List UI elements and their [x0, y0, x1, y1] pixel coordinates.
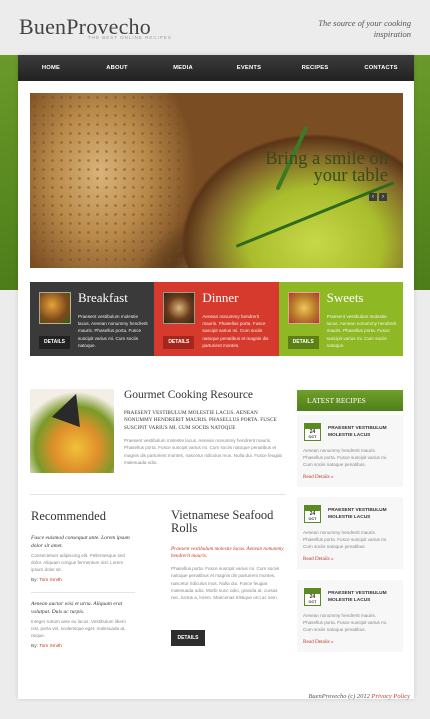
latest-recipe-text: Aenean nonummy hendrerit mauris. Phasell…	[303, 530, 388, 549]
nav-events[interactable]: EVENTS	[216, 55, 282, 81]
vietnamese-subtitle: Praesent vestibulum molestie lacus. Aene…	[171, 546, 284, 559]
dinner-thumbnail[interactable]	[163, 292, 196, 324]
logo-subtitle: THE BEST ONLINE RECIPES	[88, 35, 172, 40]
recommended-item-heading[interactable]: Fusce euismod consequat ante. Lorem ipsu…	[31, 535, 135, 550]
copyright: BuenProvecho (c) 2012	[308, 693, 370, 700]
latest-recipe-text: Aenean nonummy hendrerit mauris. Phasell…	[303, 448, 388, 467]
recommended-item-heading[interactable]: Aenean auctor wisi et urna. Aliquam erat…	[31, 601, 135, 616]
read-details-link[interactable]: Read Details »	[303, 556, 397, 562]
nav-recipes[interactable]: RECIPES	[282, 55, 348, 81]
category-boxes: Breakfast Praesent vestibulum molestie l…	[30, 282, 403, 356]
latest-recipes-heading: LATEST RECIPES	[297, 390, 403, 411]
byline-label: By:	[31, 644, 38, 649]
sweets-details-button[interactable]: DETAILS	[287, 336, 319, 349]
gourmet-text: Praesent vestibulum molestie lacus. Aene…	[124, 438, 282, 465]
latest-recipe-card: 24 OCT PRAESENT VESTIBULUM MOLESTIE LACU…	[297, 415, 403, 487]
item-divider	[31, 592, 135, 593]
box-title: Sweets	[326, 290, 364, 305]
gourmet-title: Gourmet Cooking Resource	[124, 389, 254, 401]
calendar-month: OCT	[308, 517, 317, 521]
calendar-month: OCT	[308, 600, 317, 604]
calendar-month: OCT	[308, 435, 317, 439]
recommended-item: Fusce euismod consequat ante. Lorem ipsu…	[31, 535, 135, 583]
read-details-link[interactable]: Read Details »	[303, 639, 397, 645]
bread-image	[30, 93, 180, 268]
breakfast-thumbnail[interactable]	[39, 292, 71, 324]
calendar-icon: 24 OCT	[304, 588, 321, 606]
nav-media[interactable]: MEDIA	[150, 55, 216, 81]
latest-recipe-title[interactable]: PRAESENT VESTIBULUM MOLESTIE LACUS	[328, 425, 397, 447]
recommended-item-text: Integer rutrum ante eu lacus. Vestibulum…	[31, 619, 126, 638]
section-divider	[30, 494, 286, 495]
vietnamese-details-button[interactable]: DETAILS	[171, 630, 205, 646]
recommended-title: Recommended	[31, 509, 106, 523]
latest-recipe-card: 24 OCT PRAESENT VESTIBULUM MOLESTIE LACU…	[297, 580, 403, 652]
calendar-icon: 24 OCT	[304, 423, 321, 441]
box-text: Praesent vestibulum molestie lacus. Aene…	[326, 314, 397, 348]
vietnamese-text: Phasellus porta. Fusce suscipit varius m…	[171, 566, 279, 601]
latest-recipe-card: 24 OCT PRAESENT VESTIBULUM MOLESTIE LACU…	[297, 497, 403, 569]
box-text: Praesent vestibulum molestie lacus. Aene…	[78, 314, 148, 348]
privacy-policy-link[interactable]: Privacy Policy	[372, 693, 410, 700]
breakfast-details-button[interactable]: DETAILS	[39, 336, 70, 349]
latest-recipe-text: Aenean nonummy hendrerit mauris. Phasell…	[303, 613, 388, 632]
box-title: Breakfast	[78, 290, 128, 305]
hero-slider: Bring a smile on your table ‹ ›	[30, 93, 403, 268]
slide-caption: Bring a smile on your table	[265, 150, 389, 186]
chevron-left-icon[interactable]: ‹	[369, 193, 377, 201]
author-link[interactable]: Tom Smith	[39, 644, 62, 649]
byline-label: By:	[31, 578, 38, 583]
latest-recipe-title[interactable]: PRAESENT VESTIBULUM MOLESTIE LACUS	[328, 507, 397, 529]
nav-home[interactable]: HOME	[18, 55, 84, 81]
read-details-link[interactable]: Read Details »	[303, 474, 397, 480]
slide-caption-line2: your table	[313, 166, 389, 186]
recommended-item: Aenean auctor wisi et urna. Aliquam erat…	[31, 601, 135, 649]
box-title: Dinner	[202, 290, 239, 305]
site-tagline: The source of your cooking inspiration	[318, 18, 411, 39]
box-text: Aenean nonummy hendrerit mauris. Phasell…	[202, 314, 269, 348]
category-sweets: Sweets Praesent vestibulum molestie lacu…	[278, 282, 403, 356]
recommended-item-byline: By: Tom Smith	[31, 644, 135, 649]
sweets-thumbnail[interactable]	[287, 292, 320, 324]
dinner-details-button[interactable]: DETAILS	[163, 336, 195, 349]
category-dinner: Dinner Aenean nonummy hendrerit mauris. …	[154, 282, 279, 356]
chevron-right-icon[interactable]: ›	[379, 193, 387, 201]
vietnamese-title: Vietnamese Seafood Rolls	[171, 508, 274, 535]
nav-about[interactable]: ABOUT	[84, 55, 150, 81]
category-breakfast: Breakfast Praesent vestibulum molestie l…	[30, 282, 155, 356]
nav-contacts[interactable]: CONTACTS	[348, 55, 414, 81]
gourmet-heading: PRAESENT VESTIBULUM MOLESTIE LACUS. AENE…	[124, 410, 277, 431]
slider-arrows: ‹ ›	[369, 193, 387, 201]
recommended-item-text: Consectetuer adipiscing elit. Pellentesq…	[31, 553, 125, 572]
recommended-item-byline: By: Tom Smith	[31, 578, 135, 583]
author-link[interactable]: Tom Smith	[39, 578, 62, 583]
calendar-icon: 24 OCT	[304, 505, 321, 523]
footer: BuenProvecho (c) 2012 Privacy Policy	[308, 693, 410, 700]
main-nav: HOME ABOUT MEDIA EVENTS RECIPES CONTACTS	[18, 55, 414, 81]
latest-recipe-title[interactable]: PRAESENT VESTIBULUM MOLESTIE LACUS	[328, 590, 397, 612]
